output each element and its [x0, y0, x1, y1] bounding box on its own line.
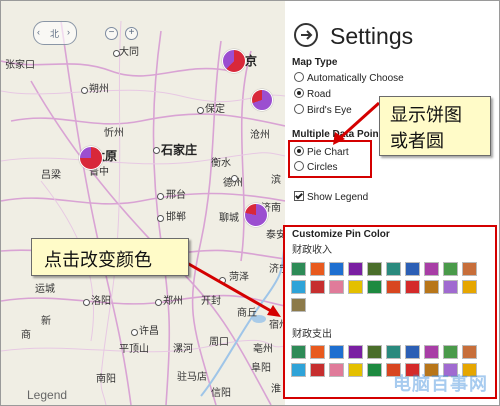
city-label: 周口 — [209, 337, 229, 348]
pie-option-highlight — [288, 140, 372, 178]
city-label: 郑州 — [163, 296, 183, 307]
city-marker — [153, 147, 160, 154]
map-type-option-auto[interactable]: Automatically Choose — [294, 72, 404, 84]
city-label: 菏泽 — [229, 272, 249, 283]
city-label: 石家庄 — [161, 143, 198, 157]
map-navigation-control[interactable]: ‹ 北 › — [33, 21, 77, 45]
city-label: 吕梁 — [41, 170, 61, 181]
city-label: 衡水 — [211, 158, 231, 169]
radio-icon[interactable] — [294, 104, 304, 114]
city-marker — [219, 277, 226, 284]
pie-chart-pin[interactable] — [251, 89, 273, 111]
pie-hint-line: 显示饼图 — [390, 105, 462, 125]
zoom-in-button[interactable]: + — [125, 27, 138, 40]
city-label: 保定 — [205, 104, 225, 115]
color-hint-text: 点击改变颜色 — [44, 250, 152, 270]
city-label: 邢台 — [166, 190, 186, 201]
city-label: 商 — [21, 330, 31, 341]
city-marker — [231, 175, 238, 182]
city-label: 大同 — [119, 47, 139, 58]
map-type-heading: Map Type — [292, 57, 338, 68]
city-label: 邯郸 — [166, 212, 186, 223]
city-label: 许昌 — [139, 326, 159, 337]
city-label: 忻州 — [104, 128, 124, 139]
city-marker — [197, 107, 204, 114]
city-label: 张家口 — [5, 60, 35, 71]
checkbox-icon[interactable] — [294, 191, 304, 201]
legend-label[interactable]: Legend — [27, 388, 67, 402]
city-label: 运城 — [35, 284, 55, 295]
city-marker — [83, 299, 90, 306]
pan-right-icon[interactable]: › — [67, 27, 70, 37]
color-hint-callout: 点击改变颜色 — [31, 238, 189, 276]
pie-chart-pin[interactable] — [244, 203, 268, 227]
radio-selected-icon[interactable] — [294, 88, 304, 98]
pie-chart-pin[interactable] — [222, 49, 246, 73]
back-button[interactable] — [294, 23, 318, 47]
panel-title: Settings — [330, 23, 414, 49]
city-label: 驻马店 — [177, 372, 207, 383]
city-marker — [157, 215, 164, 222]
watermark: 电脑百事网 — [393, 374, 488, 394]
city-label: 聊城 — [219, 213, 239, 224]
zoom-out-button[interactable]: − — [105, 27, 118, 40]
pie-hint-callout: 显示饼图 或者圆 — [379, 96, 491, 156]
city-marker — [131, 329, 138, 336]
arrow-right-icon — [301, 30, 313, 40]
city-label: 亳州 — [253, 344, 273, 355]
north-icon[interactable]: 北 — [50, 27, 59, 40]
city-label: 沧州 — [250, 130, 270, 141]
city-label: 南阳 — [96, 374, 116, 385]
map-canvas[interactable]: ‹ 北 › − + 大同 北京 张家口 朔州 保定 忻州 沧州 太原 石家庄 衡… — [1, 1, 285, 405]
city-label: 阜阳 — [251, 363, 271, 374]
settings-panel: Settings Map Type Automatically Choose R… — [283, 1, 499, 405]
pan-left-icon[interactable]: ‹ — [37, 27, 40, 37]
pie-chart-pin[interactable] — [79, 146, 103, 170]
city-marker — [157, 193, 164, 200]
city-marker — [113, 50, 120, 57]
city-label: 漯河 — [173, 344, 193, 355]
app-window: ‹ 北 › − + 大同 北京 张家口 朔州 保定 忻州 沧州 太原 石家庄 衡… — [0, 0, 500, 406]
city-label: 滨 — [271, 175, 281, 186]
city-label: 洛阳 — [91, 296, 111, 307]
data-points-heading: Multiple Data Points — [292, 129, 378, 140]
map-type-option-birdseye[interactable]: Bird's Eye — [294, 104, 352, 116]
city-marker — [81, 87, 88, 94]
map-type-option-road[interactable]: Road — [294, 88, 331, 100]
city-label: 开封 — [201, 296, 221, 307]
city-label: 信阳 — [211, 388, 231, 399]
city-label: 淮 — [271, 384, 281, 395]
show-legend-checkbox[interactable]: Show Legend — [294, 191, 368, 203]
city-label: 商丘 — [237, 308, 257, 319]
city-label: 新 — [41, 316, 51, 327]
city-label: 朔州 — [89, 84, 109, 95]
radio-icon[interactable] — [294, 72, 304, 82]
city-label: 平顶山 — [119, 344, 149, 355]
pie-hint-line: 或者圆 — [390, 131, 444, 151]
city-marker — [155, 299, 162, 306]
